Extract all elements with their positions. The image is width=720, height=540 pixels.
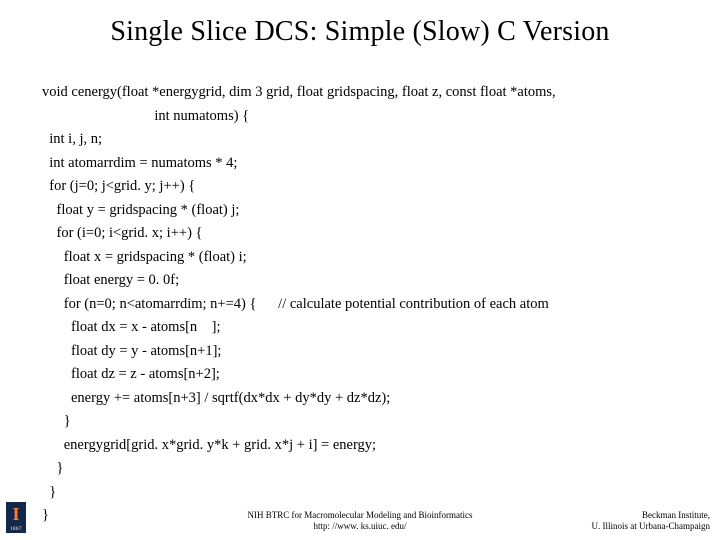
code-line: float dy = y - atoms[n+1]; <box>42 343 221 359</box>
code-line: } <box>42 413 71 429</box>
code-line: float y = gridspacing * (float) j; <box>42 202 239 218</box>
code-line: for (j=0; j<grid. y; j++) { <box>42 178 195 194</box>
logo-block-i-icon <box>6 502 26 526</box>
code-line: int i, j, n; <box>42 131 102 147</box>
footer-center-line2: http: //www. ks.uiuc. edu/ <box>248 521 473 532</box>
code-block: void cenergy(float *energygrid, dim 3 gr… <box>42 58 700 528</box>
code-line: int numatoms) { <box>42 108 249 124</box>
footer: 1867 NIH BTRC for Macromolecular Modelin… <box>0 498 720 534</box>
logo-year: 1867 <box>6 526 26 533</box>
code-line: float x = gridspacing * (float) i; <box>42 249 247 265</box>
slide: Single Slice DCS: Simple (Slow) C Versio… <box>0 0 720 540</box>
slide-title: Single Slice DCS: Simple (Slow) C Versio… <box>40 16 680 48</box>
footer-center: NIH BTRC for Macromolecular Modeling and… <box>248 510 473 533</box>
code-line: } <box>42 460 63 476</box>
footer-right-line1: Beckman Institute, <box>592 510 710 521</box>
code-line: for (n=0; n<atomarrdim; n+=4) { // calcu… <box>42 296 549 312</box>
code-line: void cenergy(float *energygrid, dim 3 gr… <box>42 84 556 100</box>
footer-right-line2: U. Illinois at Urbana-Champaign <box>592 521 710 532</box>
code-line: float energy = 0. 0f; <box>42 272 179 288</box>
code-line: float dz = z - atoms[n+2]; <box>42 366 220 382</box>
code-line: for (i=0; i<grid. x; i++) { <box>42 225 202 241</box>
code-line: energygrid[grid. x*grid. y*k + grid. x*j… <box>42 437 376 453</box>
code-line: int atomarrdim = numatoms * 4; <box>42 155 237 171</box>
uiuc-logo-icon: 1867 <box>4 502 28 534</box>
code-line: float dx = x - atoms[n ]; <box>42 319 221 335</box>
footer-center-line1: NIH BTRC for Macromolecular Modeling and… <box>248 510 473 521</box>
code-line: energy += atoms[n+3] / sqrtf(dx*dx + dy*… <box>42 390 390 406</box>
footer-right: Beckman Institute, U. Illinois at Urbana… <box>592 510 710 533</box>
